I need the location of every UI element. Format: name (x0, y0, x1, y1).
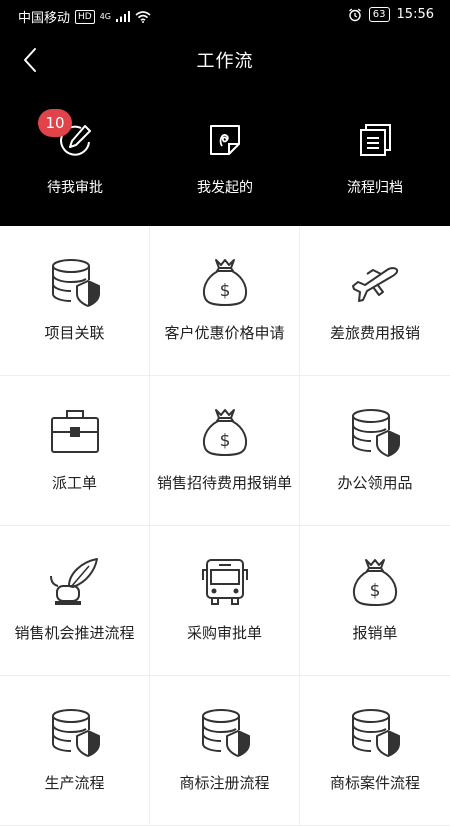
document-icon (210, 125, 240, 155)
workflow-item-purchase-approval[interactable]: 采购审批单 (150, 526, 300, 676)
grid-icon-wrap (49, 556, 101, 608)
grid-icon-wrap: $ (199, 256, 251, 308)
status-left: 中国移动 HD 4G (18, 7, 151, 26)
tab-icon-wrap: 10 (38, 109, 95, 160)
clock-time: 15:56 (396, 7, 434, 22)
workflow-item-trademark-registration[interactable]: 商标注册流程 (150, 676, 300, 826)
grid-icon-wrap (49, 406, 101, 458)
tab-pending-approval[interactable]: 10 待我审批 (0, 109, 150, 197)
grid-icon-wrap (199, 706, 251, 758)
carrier-name: 中国移动 (18, 11, 71, 26)
grid-item-label: 生产流程 (44, 774, 105, 792)
workflow-item-reimbursement[interactable]: $ 报销单 (300, 526, 450, 676)
network-type: 4G (99, 12, 112, 21)
wifi-icon (135, 10, 151, 23)
grid-item-label: 商标注册流程 (179, 774, 270, 792)
svg-text:$: $ (219, 281, 230, 301)
grid-icon-wrap: $ (349, 556, 401, 608)
page-title: 工作流 (196, 51, 254, 72)
database-shield-icon (51, 259, 100, 307)
tab-label: 我发起的 (197, 180, 253, 196)
database-shield-icon (352, 709, 400, 757)
workflow-item-trademark-case[interactable]: 商标案件流程 (300, 676, 450, 826)
grid-item-label: 派工单 (51, 474, 97, 492)
database-shield-icon (51, 709, 100, 757)
database-shield-icon (201, 709, 250, 757)
workflow-item-dispatch-order[interactable]: 派工单 (0, 376, 150, 526)
tab-label: 流程归档 (347, 180, 403, 196)
hd-badge: HD (75, 9, 95, 24)
workflow-item-project-link[interactable]: 项目关联 (0, 226, 150, 376)
grid-icon-wrap (49, 706, 101, 758)
tab-icon-wrap (355, 120, 395, 160)
battery-level: 63 (368, 7, 390, 22)
airplane-icon (352, 267, 399, 302)
grid-item-label: 销售机会推进流程 (14, 624, 135, 642)
grid-icon-wrap (199, 556, 251, 608)
svg-text:$: $ (370, 581, 381, 601)
tab-process-archive[interactable]: 流程归档 (300, 120, 450, 197)
bus-icon (201, 559, 248, 605)
workflow-item-sales-entertainment[interactable]: $ 销售招待费用报销单 (150, 376, 300, 526)
alarm-icon (348, 8, 361, 21)
briefcase-icon (50, 410, 99, 453)
grid-item-label: 商标案件流程 (329, 774, 420, 792)
workflow-item-sales-opportunity[interactable]: 销售机会推进流程 (0, 526, 150, 676)
grid-item-label: 差旅费用报销 (329, 324, 420, 342)
pending-count-badge: 10 (38, 109, 72, 137)
grid-icon-wrap (49, 256, 101, 308)
tab-label: 待我审批 (47, 180, 103, 196)
quill-ink-icon (49, 558, 98, 605)
grid-icon-wrap: $ (199, 406, 251, 458)
money-bag-icon: $ (202, 409, 247, 456)
database-shield-icon (352, 409, 400, 457)
signal-icon (116, 11, 131, 22)
grid-item-label: 客户优惠价格申请 (164, 324, 285, 342)
workflow-item-customer-discount[interactable]: $ 客户优惠价格申请 (150, 226, 300, 376)
grid-item-label: 销售招待费用报销单 (156, 474, 292, 492)
money-bag-icon: $ (352, 559, 398, 606)
workflow-item-production[interactable]: 生产流程 (0, 676, 150, 826)
money-bag-icon: $ (202, 259, 247, 306)
workflow-grid: 项目关联 $ 客户优惠价格申请 差旅费用报销 派工单 $ 销售招待费用报销单 办… (0, 226, 450, 826)
workflow-item-travel-reimbursement[interactable]: 差旅费用报销 (300, 226, 450, 376)
tab-icon-wrap (205, 120, 245, 160)
grid-item-label: 办公领用品 (337, 474, 413, 492)
app-header: 工作流 10 待我审批 我发起的 流程归档 (0, 32, 450, 226)
archive-icon (360, 124, 391, 156)
grid-item-label: 采购审批单 (186, 624, 262, 642)
tab-initiated-by-me[interactable]: 我发起的 (150, 120, 300, 197)
grid-item-label: 报销单 (352, 624, 398, 642)
grid-icon-wrap (349, 256, 401, 308)
header-tabs: 10 待我审批 我发起的 流程归档 (0, 109, 450, 197)
svg-text:$: $ (219, 431, 230, 451)
grid-item-label: 项目关联 (44, 324, 105, 342)
workflow-item-office-supplies[interactable]: 办公领用品 (300, 376, 450, 526)
status-right: 63 15:56 (348, 7, 434, 22)
grid-icon-wrap (349, 406, 401, 458)
status-bar: 中国移动 HD 4G 63 15:56 (0, 0, 450, 32)
grid-icon-wrap (349, 706, 401, 758)
